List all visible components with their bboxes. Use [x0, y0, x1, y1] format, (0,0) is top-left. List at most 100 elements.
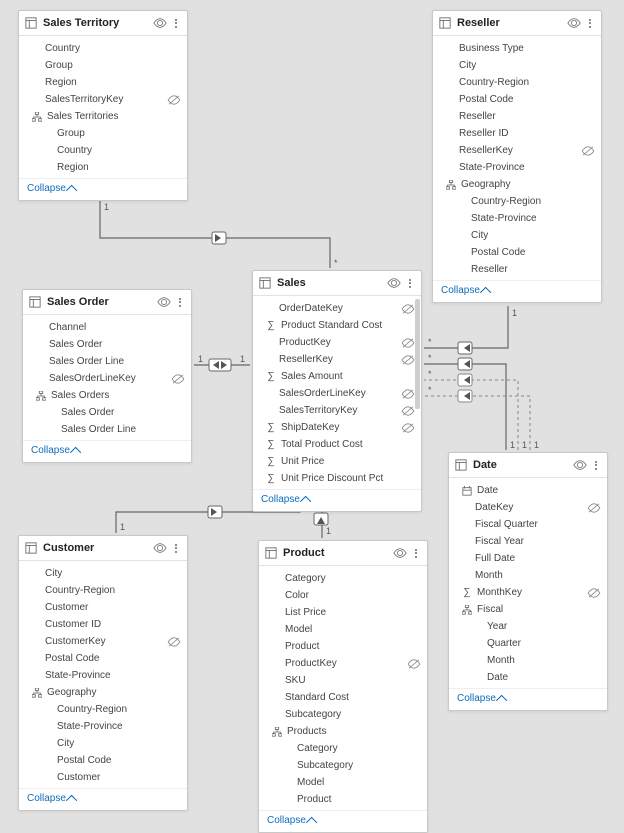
field-row[interactable]: City: [19, 565, 187, 582]
field-row[interactable]: Group: [19, 57, 187, 74]
more-options-icon[interactable]: [405, 276, 415, 290]
visibility-icon[interactable]: [157, 297, 171, 307]
field-row[interactable]: Reseller ID: [433, 125, 601, 142]
field-row[interactable]: ResellerKey: [253, 351, 421, 368]
visibility-icon[interactable]: [153, 18, 167, 28]
field-row[interactable]: City: [433, 57, 601, 74]
field-row[interactable]: State-Province: [433, 159, 601, 176]
table-card-sales[interactable]: Sales OrderDateKey∑Product Standard CostP…: [252, 270, 422, 512]
field-row[interactable]: Country-Region: [433, 74, 601, 91]
field-row[interactable]: List Price: [259, 604, 427, 621]
field-row[interactable]: Subcategory: [259, 757, 427, 774]
field-row[interactable]: Sales Territories: [19, 108, 187, 125]
field-row[interactable]: SKU: [259, 672, 427, 689]
field-row[interactable]: ∑Sales Amount: [253, 368, 421, 385]
table-card-date[interactable]: DateDateDateKeyFiscal QuarterFiscal Year…: [448, 452, 608, 711]
visibility-icon[interactable]: [393, 548, 407, 558]
field-row[interactable]: Fiscal Year: [449, 533, 607, 550]
field-row[interactable]: Sales Order Line: [23, 421, 191, 438]
field-row[interactable]: Postal Code: [19, 752, 187, 769]
visibility-icon[interactable]: [567, 18, 581, 28]
table-card-reseller[interactable]: ResellerBusiness TypeCityCountry-RegionP…: [432, 10, 602, 303]
collapse-link[interactable]: Collapse: [267, 815, 306, 826]
field-row[interactable]: DateKey: [449, 499, 607, 516]
field-row[interactable]: Standard Cost: [259, 689, 427, 706]
field-row[interactable]: ProductKey: [253, 334, 421, 351]
field-row[interactable]: Category: [259, 740, 427, 757]
field-row[interactable]: ∑Product Standard Cost: [253, 317, 421, 334]
table-header[interactable]: Sales Order: [23, 290, 191, 315]
collapse-link[interactable]: Collapse: [261, 494, 300, 505]
field-row[interactable]: Country: [19, 40, 187, 57]
field-row[interactable]: OrderDateKey: [253, 300, 421, 317]
field-row[interactable]: Country-Region: [19, 701, 187, 718]
field-row[interactable]: CustomerKey: [19, 633, 187, 650]
more-options-icon[interactable]: [171, 541, 181, 555]
table-header[interactable]: Date: [449, 453, 607, 478]
field-row[interactable]: Postal Code: [19, 650, 187, 667]
table-header[interactable]: Reseller: [433, 11, 601, 36]
table-header[interactable]: Sales Territory: [19, 11, 187, 36]
field-row[interactable]: Country-Region: [433, 193, 601, 210]
field-row[interactable]: Postal Code: [433, 244, 601, 261]
field-row[interactable]: Sales Order: [23, 336, 191, 353]
table-card-customer[interactable]: CustomerCityCountry-RegionCustomerCustom…: [18, 535, 188, 811]
field-row[interactable]: Country: [19, 142, 187, 159]
more-options-icon[interactable]: [411, 546, 421, 560]
visibility-icon[interactable]: [387, 278, 401, 288]
field-row[interactable]: ProductKey: [259, 655, 427, 672]
visibility-icon[interactable]: [573, 460, 587, 470]
field-row[interactable]: Group: [19, 125, 187, 142]
field-row[interactable]: Customer ID: [19, 616, 187, 633]
collapse-link[interactable]: Collapse: [457, 693, 496, 704]
field-row[interactable]: Products: [259, 723, 427, 740]
field-row[interactable]: Month: [449, 652, 607, 669]
more-options-icon[interactable]: [585, 16, 595, 30]
collapse-link[interactable]: Collapse: [27, 183, 66, 194]
field-row[interactable]: Postal Code: [433, 91, 601, 108]
table-header[interactable]: Customer: [19, 536, 187, 561]
field-row[interactable]: SalesOrderLineKey: [253, 385, 421, 402]
model-canvas[interactable]: 1 * 1 1 1 * 1 * 1 * 1 * 1 * 1 * Sales Te…: [0, 0, 624, 828]
more-options-icon[interactable]: [591, 458, 601, 472]
field-row[interactable]: Category: [259, 570, 427, 587]
table-header[interactable]: Product: [259, 541, 427, 566]
field-row[interactable]: Sales Order: [23, 404, 191, 421]
field-row[interactable]: Date: [449, 482, 607, 499]
field-row[interactable]: Fiscal Quarter: [449, 516, 607, 533]
field-row[interactable]: Product: [259, 638, 427, 655]
scrollbar[interactable]: [415, 295, 420, 487]
field-row[interactable]: State-Province: [433, 210, 601, 227]
field-row[interactable]: Sales Order Line: [23, 353, 191, 370]
field-row[interactable]: Geography: [433, 176, 601, 193]
field-row[interactable]: Quarter: [449, 635, 607, 652]
table-header[interactable]: Sales: [253, 271, 421, 296]
field-row[interactable]: Month: [449, 567, 607, 584]
field-row[interactable]: Product: [259, 791, 427, 808]
field-row[interactable]: Fiscal: [449, 601, 607, 618]
field-row[interactable]: ∑Total Product Cost: [253, 436, 421, 453]
field-row[interactable]: SalesOrderLineKey: [23, 370, 191, 387]
more-options-icon[interactable]: [171, 16, 181, 30]
field-row[interactable]: City: [19, 735, 187, 752]
field-row[interactable]: ∑ShipDateKey: [253, 419, 421, 436]
field-row[interactable]: Full Date: [449, 550, 607, 567]
field-row[interactable]: ∑MonthKey: [449, 584, 607, 601]
field-row[interactable]: Customer: [19, 599, 187, 616]
table-card-sales-territory[interactable]: Sales TerritoryCountryGroupRegionSalesTe…: [18, 10, 188, 201]
field-row[interactable]: Region: [19, 74, 187, 91]
field-row[interactable]: ∑Unit Price: [253, 453, 421, 470]
field-row[interactable]: Customer: [19, 769, 187, 786]
field-row[interactable]: Year: [449, 618, 607, 635]
field-row[interactable]: Color: [259, 587, 427, 604]
field-row[interactable]: Subcategory: [259, 706, 427, 723]
field-row[interactable]: Business Type: [433, 40, 601, 57]
field-row[interactable]: Model: [259, 774, 427, 791]
visibility-icon[interactable]: [153, 543, 167, 553]
table-card-product[interactable]: ProductCategoryColorList PriceModelProdu…: [258, 540, 428, 833]
field-row[interactable]: Channel: [23, 319, 191, 336]
collapse-link[interactable]: Collapse: [31, 445, 70, 456]
field-row[interactable]: Model: [259, 621, 427, 638]
field-row[interactable]: Reseller: [433, 108, 601, 125]
field-row[interactable]: Region: [19, 159, 187, 176]
